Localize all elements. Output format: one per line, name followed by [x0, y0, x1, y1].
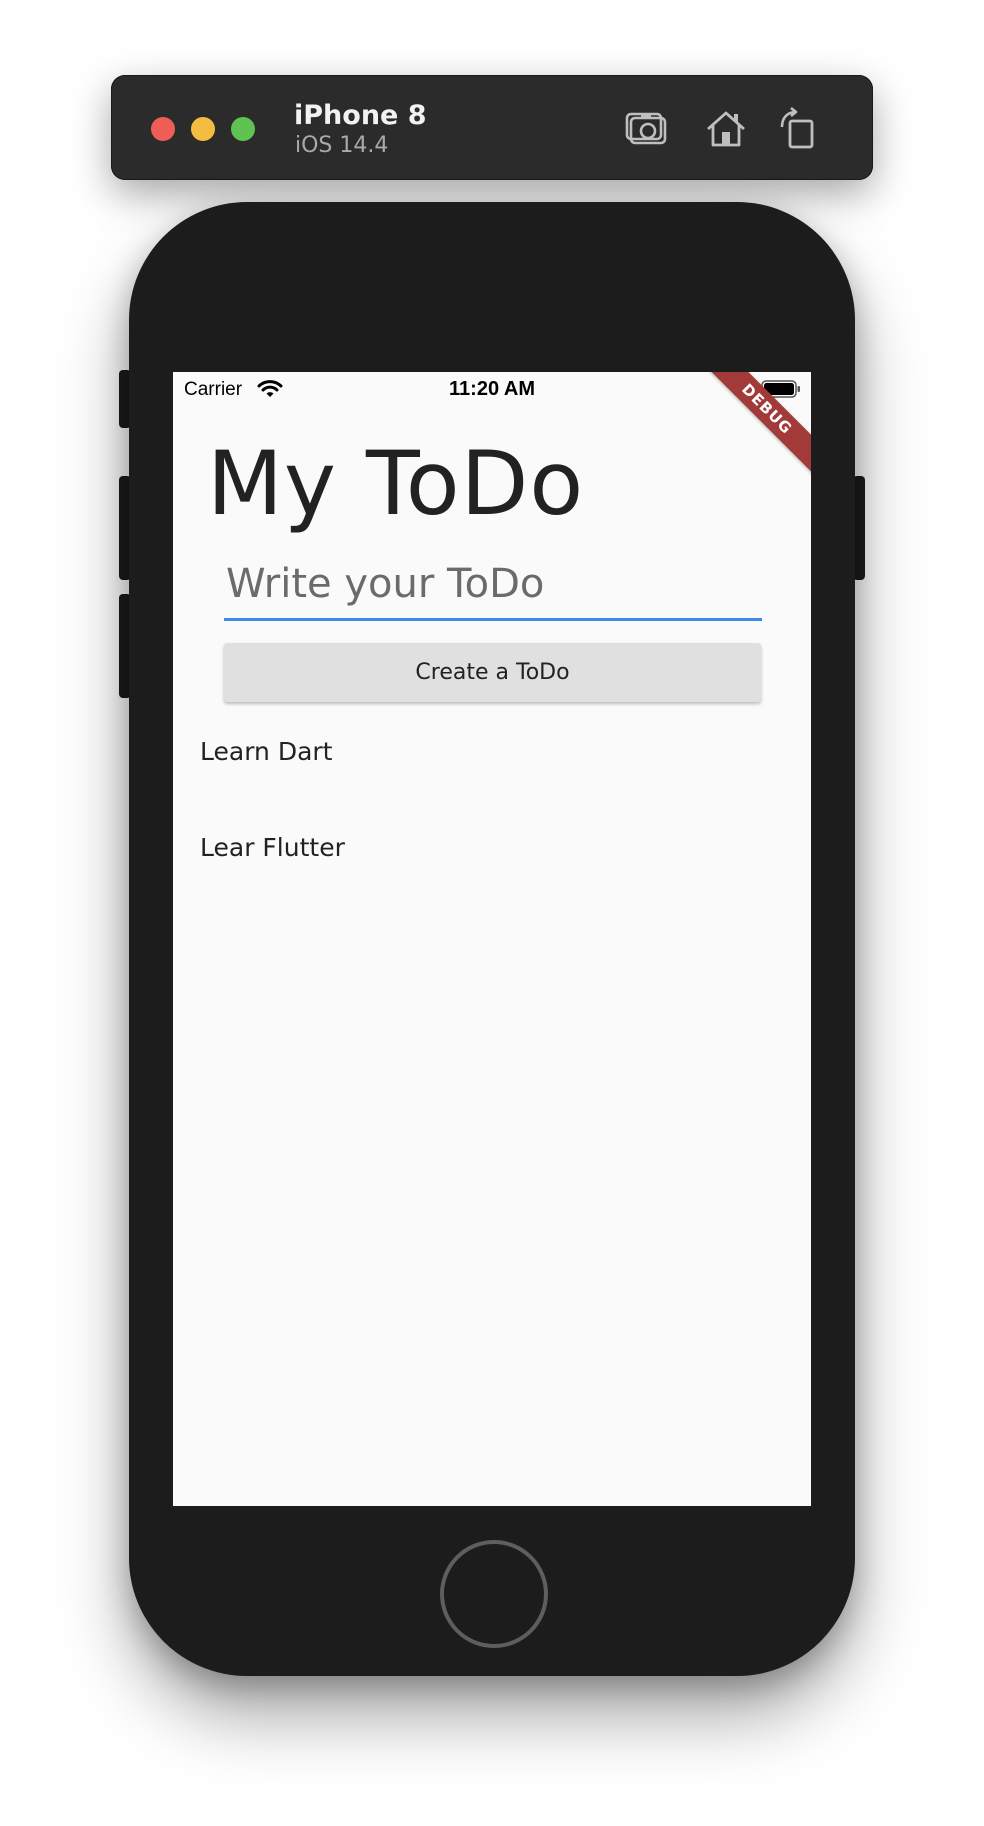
zoom-window-button[interactable]	[231, 117, 255, 141]
os-version: iOS 14.4	[295, 133, 389, 158]
status-bar: Carrier 11:20 AM	[173, 372, 811, 408]
todo-list: Learn Dart Lear Flutter	[173, 730, 811, 922]
simulator-title-bar: iPhone 8 iOS 14.4	[111, 75, 873, 180]
device-home-button[interactable]	[440, 1540, 548, 1648]
todo-item[interactable]: Lear Flutter	[173, 826, 811, 922]
home-icon	[707, 111, 745, 147]
simulator-window: iPhone 8 iOS 14.4 Carrier 11:20 AM DEBUG…	[0, 0, 984, 1826]
home-toolbar-button[interactable]	[702, 105, 750, 153]
rotate-button[interactable]	[774, 105, 822, 153]
close-window-button[interactable]	[151, 117, 175, 141]
rotate-icon	[780, 106, 814, 149]
device-screen: Carrier 11:20 AM DEBUG My ToDo Create a …	[173, 372, 811, 1506]
screenshot-button[interactable]	[625, 105, 673, 153]
todo-item[interactable]: Learn Dart	[173, 730, 811, 826]
page-title: My ToDo	[207, 432, 585, 535]
device-name: iPhone 8	[294, 100, 427, 131]
minimize-window-button[interactable]	[191, 117, 215, 141]
status-time: 11:20 AM	[449, 378, 535, 400]
create-todo-button[interactable]: Create a ToDo	[224, 643, 761, 702]
todo-input[interactable]	[224, 550, 762, 621]
camera-icon	[625, 112, 667, 145]
